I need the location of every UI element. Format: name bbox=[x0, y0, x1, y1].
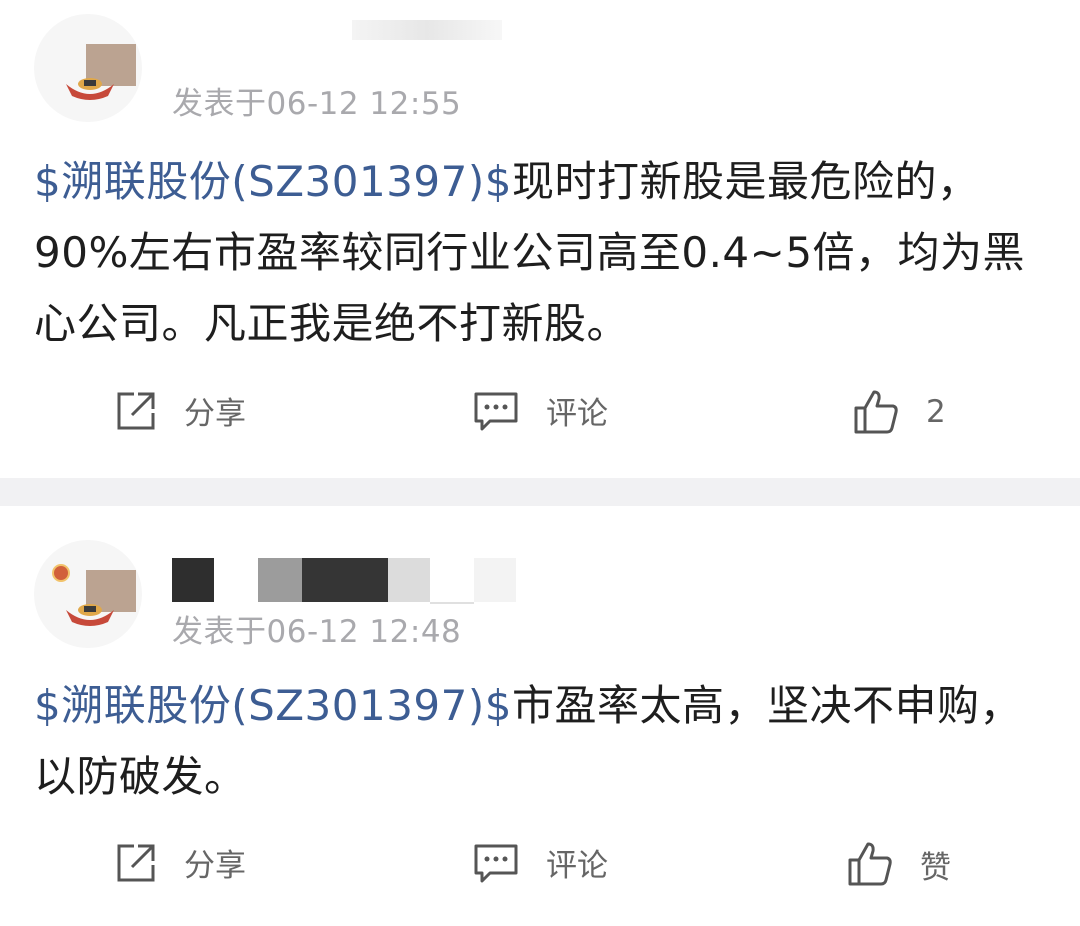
avatar[interactable] bbox=[34, 540, 142, 648]
post-card: 发表于06-12 12:55 $溯联股份(SZ301397)$现时打新股是最危险… bbox=[0, 0, 1080, 478]
like-button[interactable]: 2 bbox=[852, 388, 946, 436]
gold-ingot-icon bbox=[66, 78, 114, 100]
stock-link[interactable]: $溯联股份(SZ301397)$ bbox=[34, 681, 512, 730]
username-redacted bbox=[388, 558, 430, 602]
thumbs-up-icon bbox=[848, 842, 892, 886]
like-count: 2 bbox=[926, 394, 946, 430]
username-redacted bbox=[430, 558, 474, 604]
comment-icon bbox=[474, 844, 518, 882]
post-content: $溯联股份(SZ301397)$市盈率太高，坚决不申购，以防破发。 bbox=[34, 670, 1024, 812]
share-button[interactable]: 分享 bbox=[114, 840, 246, 885]
username-redacted bbox=[474, 558, 516, 602]
share-icon bbox=[117, 844, 155, 881]
post-card: 发表于06-12 12:48 $溯联股份(SZ301397)$市盈率太高，坚决不… bbox=[0, 506, 1080, 926]
post-timestamp: 发表于06-12 12:48 bbox=[172, 614, 462, 650]
post-timestamp: 发表于06-12 12:55 bbox=[172, 86, 462, 122]
stock-link[interactable]: $溯联股份(SZ301397)$ bbox=[34, 157, 512, 206]
avatar[interactable] bbox=[34, 14, 142, 122]
share-icon bbox=[117, 392, 155, 429]
like-label: 赞 bbox=[920, 849, 951, 886]
share-button[interactable]: 分享 bbox=[114, 388, 246, 433]
comment-button[interactable]: 评论 bbox=[472, 388, 608, 433]
comment-button[interactable]: 评论 bbox=[472, 840, 608, 885]
post-divider bbox=[0, 478, 1080, 506]
share-label: 分享 bbox=[184, 848, 246, 884]
username-redacted bbox=[172, 558, 214, 602]
thumbs-up-icon bbox=[854, 390, 898, 434]
post-content: $溯联股份(SZ301397)$现时打新股是最危险的，90%左右市盈率较同行业公… bbox=[34, 146, 1046, 359]
like-button[interactable]: 赞 bbox=[846, 840, 951, 888]
username-redacted bbox=[258, 558, 302, 602]
username-redacted bbox=[352, 20, 502, 40]
action-bar: 分享 评论 赞 bbox=[0, 840, 1080, 900]
share-label: 分享 bbox=[184, 396, 246, 432]
comment-label: 评论 bbox=[546, 848, 608, 884]
comment-label: 评论 bbox=[546, 396, 608, 432]
action-bar: 分享 评论 2 bbox=[0, 388, 1080, 448]
username-redacted bbox=[302, 558, 388, 602]
comment-icon bbox=[474, 392, 518, 430]
gold-ingot-icon bbox=[66, 604, 114, 626]
badge-icon bbox=[52, 564, 70, 582]
